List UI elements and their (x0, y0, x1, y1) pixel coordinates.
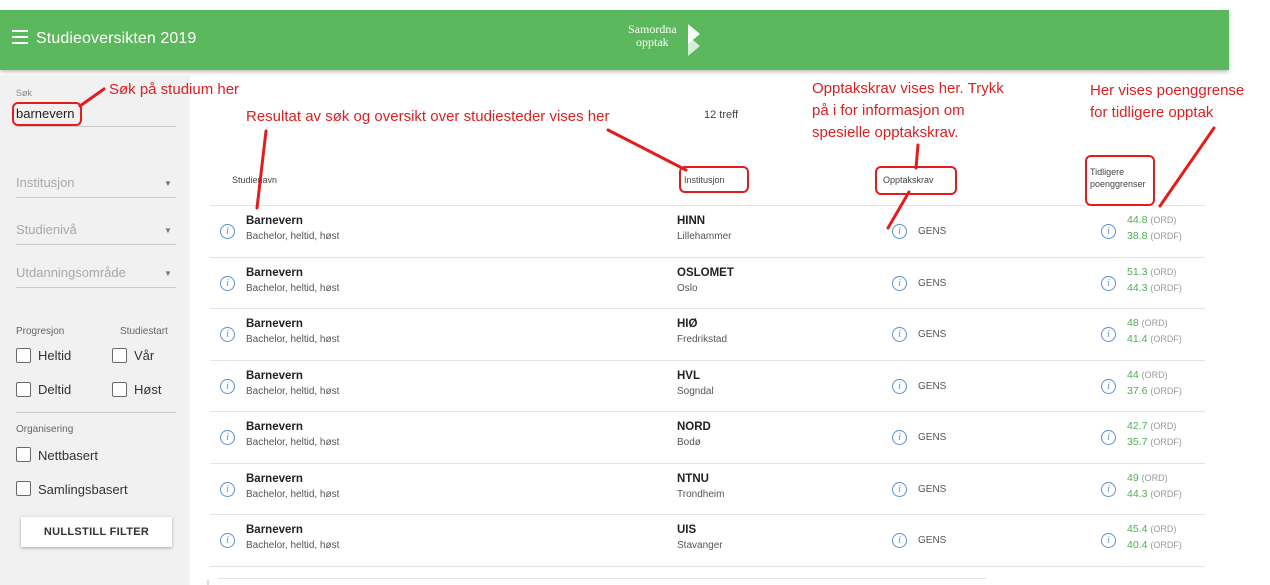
requirements-arrow-top (914, 143, 920, 170)
annotation-scores: Her vises poenggrense for tidligere oppt… (1090, 80, 1244, 124)
requirements-highlight-box (875, 166, 957, 195)
annotation-results: Resultat av søk og oversikt over studies… (246, 108, 610, 125)
annotation-scores-line-2: for tidligere opptak (1090, 104, 1214, 121)
results-arrow (255, 129, 268, 210)
annotation-requirements-line-2: på i for informasjon om (812, 102, 965, 119)
scores-highlight-box (1085, 155, 1155, 206)
annotation-requirements-line-3: spesielle opptakskrav. (812, 124, 959, 141)
search-highlight-box (12, 102, 82, 126)
institution-arrow (606, 128, 688, 172)
annotation-requirements: Opptakskrav vises her. Trykk på i for in… (812, 78, 1004, 144)
scores-arrow (1158, 126, 1216, 208)
requirements-arrow-info (886, 190, 911, 230)
institution-highlight-box (679, 166, 749, 193)
annotation-search: Søk på studium her (109, 81, 240, 98)
search-arrow (78, 87, 106, 108)
annotation-requirements-line-1: Opptakskrav vises her. Trykk (812, 80, 1004, 97)
annotation-scores-line-1: Her vises poenggrense (1090, 82, 1245, 99)
